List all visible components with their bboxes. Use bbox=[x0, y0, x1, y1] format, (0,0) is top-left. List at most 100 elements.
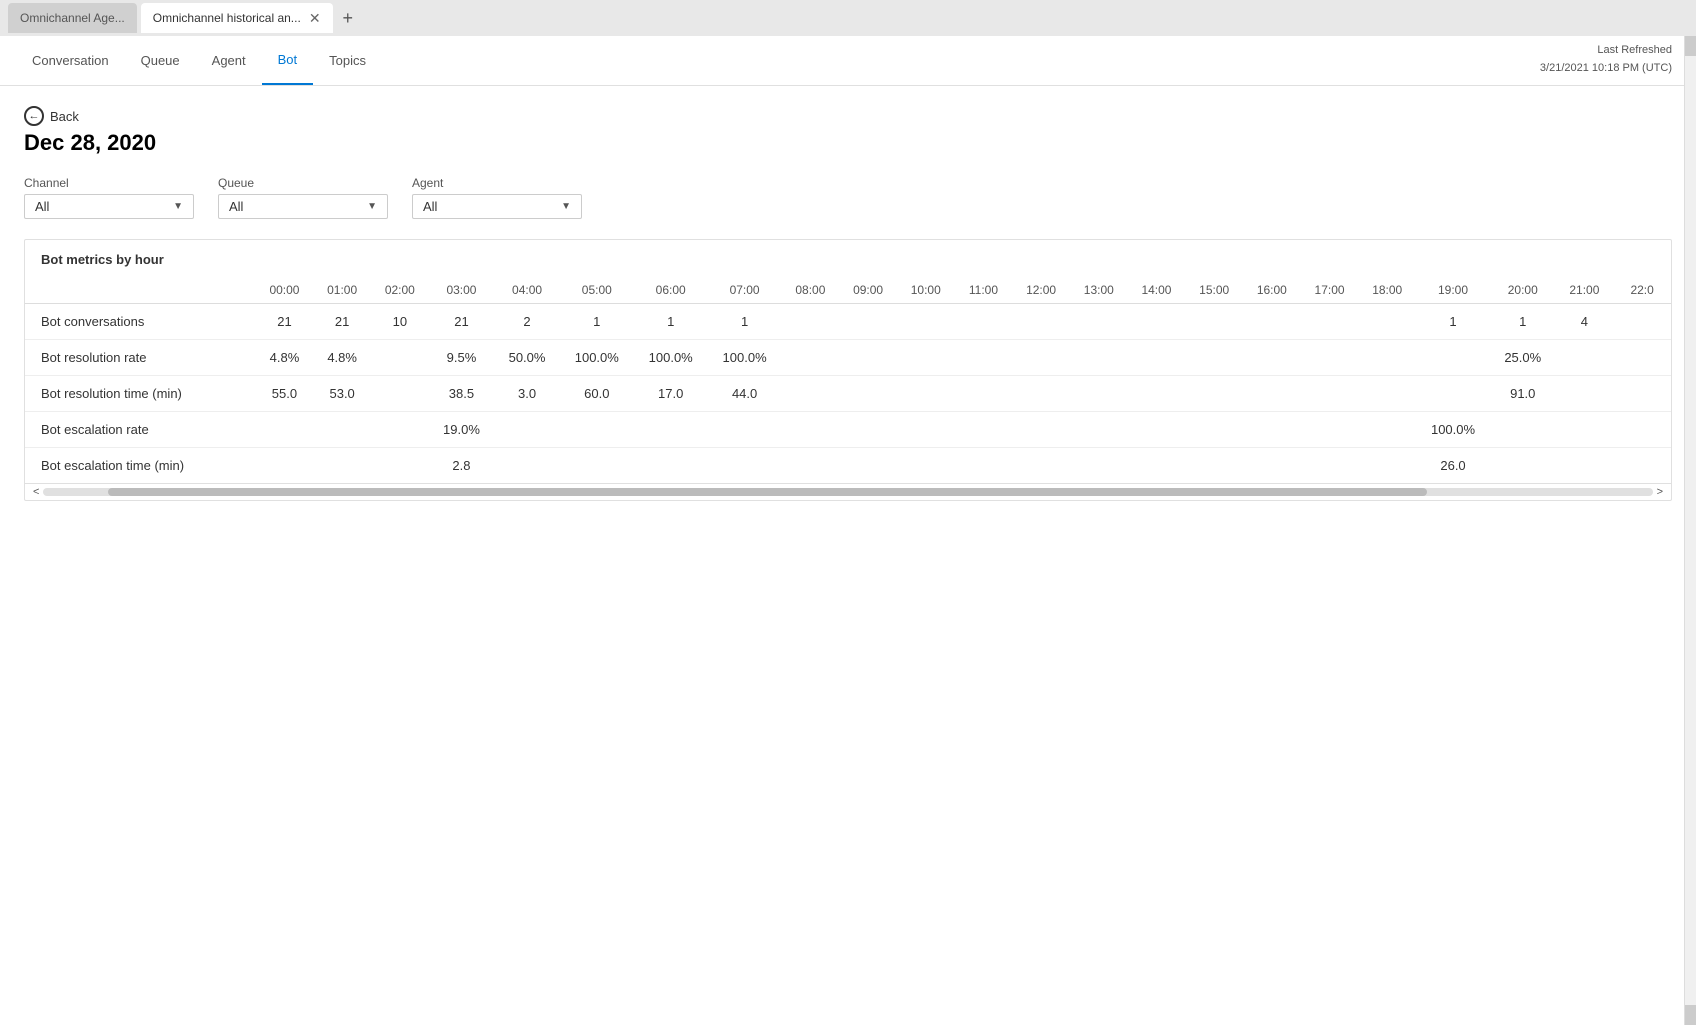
cell-r3-c7 bbox=[708, 412, 782, 448]
tab-omnichannel-historical[interactable]: Omnichannel historical an... ✕ bbox=[141, 3, 333, 33]
cell-r1-c21 bbox=[1556, 340, 1614, 376]
agent-filter-select[interactable]: All ▼ bbox=[412, 194, 582, 219]
table-header-hour-16: 16:00 bbox=[1243, 277, 1301, 304]
cell-r0-c11 bbox=[955, 304, 1013, 340]
close-tab-icon[interactable]: ✕ bbox=[309, 11, 321, 25]
scroll-left-icon[interactable]: < bbox=[33, 486, 39, 498]
cell-r3-c16 bbox=[1243, 412, 1301, 448]
cell-r0-c4: 2 bbox=[494, 304, 560, 340]
cell-r4-c6 bbox=[634, 448, 708, 484]
cell-r1-c20: 25.0% bbox=[1490, 340, 1556, 376]
cell-r2-c17 bbox=[1301, 376, 1359, 412]
cell-r4-c14 bbox=[1128, 448, 1186, 484]
queue-filter-label: Queue bbox=[218, 176, 388, 190]
cell-r1-c18 bbox=[1358, 340, 1416, 376]
vertical-scrollbar[interactable] bbox=[1684, 36, 1696, 1025]
cell-r4-c15 bbox=[1185, 448, 1243, 484]
cell-r2-c0: 55.0 bbox=[256, 376, 314, 412]
horizontal-scrollbar[interactable]: < > bbox=[25, 483, 1671, 500]
cell-r1-c12 bbox=[1012, 340, 1070, 376]
cell-r0-c18 bbox=[1358, 304, 1416, 340]
queue-filter-select[interactable]: All ▼ bbox=[218, 194, 388, 219]
cell-r4-c18 bbox=[1358, 448, 1416, 484]
cell-r3-c0 bbox=[256, 412, 314, 448]
row-label-3: Bot escalation rate bbox=[25, 412, 256, 448]
cell-r0-c3: 21 bbox=[429, 304, 495, 340]
cell-r4-c1 bbox=[313, 448, 371, 484]
table-header-hour-5: 05:00 bbox=[560, 277, 634, 304]
date-heading: Dec 28, 2020 bbox=[24, 130, 1672, 156]
cell-r3-c14 bbox=[1128, 412, 1186, 448]
table-scroll-wrapper[interactable]: 00:0001:0002:0003:0004:0005:0006:0007:00… bbox=[25, 277, 1671, 483]
cell-r1-c14 bbox=[1128, 340, 1186, 376]
cell-r0-c5: 1 bbox=[560, 304, 634, 340]
cell-r4-c7 bbox=[708, 448, 782, 484]
cell-r4-c4 bbox=[494, 448, 560, 484]
cell-r1-c17 bbox=[1301, 340, 1359, 376]
cell-r3-c1 bbox=[313, 412, 371, 448]
cell-r4-c0 bbox=[256, 448, 314, 484]
cell-r1-c2 bbox=[371, 340, 429, 376]
cell-r3-c12 bbox=[1012, 412, 1070, 448]
channel-filter-label: Channel bbox=[24, 176, 194, 190]
table-header-hour-14: 14:00 bbox=[1128, 277, 1186, 304]
scroll-track[interactable] bbox=[43, 488, 1652, 496]
cell-r2-c18 bbox=[1358, 376, 1416, 412]
cell-r2-c20: 91.0 bbox=[1490, 376, 1556, 412]
cell-r1-c16 bbox=[1243, 340, 1301, 376]
agent-chevron-icon: ▼ bbox=[561, 201, 571, 212]
row-label-1: Bot resolution rate bbox=[25, 340, 256, 376]
cell-r1-c4: 50.0% bbox=[494, 340, 560, 376]
cell-r4-c17 bbox=[1301, 448, 1359, 484]
cell-r4-c10 bbox=[897, 448, 955, 484]
cell-r0-c12 bbox=[1012, 304, 1070, 340]
cell-r3-c5 bbox=[560, 412, 634, 448]
row-label-4: Bot escalation time (min) bbox=[25, 448, 256, 484]
table-header-hour-18: 18:00 bbox=[1358, 277, 1416, 304]
nav-item-agent[interactable]: Agent bbox=[196, 36, 262, 85]
cell-r2-c8 bbox=[782, 376, 840, 412]
cell-r0-c7: 1 bbox=[708, 304, 782, 340]
cell-r3-c20 bbox=[1490, 412, 1556, 448]
cell-r0-c1: 21 bbox=[313, 304, 371, 340]
cell-r2-c4: 3.0 bbox=[494, 376, 560, 412]
table-header-hour-4: 04:00 bbox=[494, 277, 560, 304]
browser-tabs-bar: Omnichannel Age... Omnichannel historica… bbox=[0, 0, 1696, 36]
cell-r0-c8 bbox=[782, 304, 840, 340]
table-header-hour-17: 17:00 bbox=[1301, 277, 1359, 304]
nav-item-queue[interactable]: Queue bbox=[125, 36, 196, 85]
cell-r2-c2 bbox=[371, 376, 429, 412]
scroll-right-icon[interactable]: > bbox=[1657, 486, 1663, 498]
table-row: Bot resolution time (min)55.053.038.53.0… bbox=[25, 376, 1671, 412]
cell-r3-c9 bbox=[839, 412, 897, 448]
table-header-hour-13: 13:00 bbox=[1070, 277, 1128, 304]
metrics-table: 00:0001:0002:0003:0004:0005:0006:0007:00… bbox=[25, 277, 1671, 483]
tab-omnichannel-agent[interactable]: Omnichannel Age... bbox=[8, 3, 137, 33]
nav-item-topics[interactable]: Topics bbox=[313, 36, 382, 85]
cell-r1-c15 bbox=[1185, 340, 1243, 376]
back-button[interactable]: ← Back bbox=[24, 106, 1672, 126]
new-tab-button[interactable]: + bbox=[337, 8, 360, 29]
channel-filter-select[interactable]: All ▼ bbox=[24, 194, 194, 219]
cell-r3-c15 bbox=[1185, 412, 1243, 448]
queue-chevron-icon: ▼ bbox=[367, 201, 377, 212]
cell-r4-c12 bbox=[1012, 448, 1070, 484]
cell-r3-c2 bbox=[371, 412, 429, 448]
cell-r4-c16 bbox=[1243, 448, 1301, 484]
nav-item-conversation[interactable]: Conversation bbox=[16, 36, 125, 85]
cell-r1-c22 bbox=[1613, 340, 1671, 376]
cell-r0-c15 bbox=[1185, 304, 1243, 340]
table-header-hour-21: 21:00 bbox=[1556, 277, 1614, 304]
cell-r1-c6: 100.0% bbox=[634, 340, 708, 376]
table-header-hour-0: 00:00 bbox=[256, 277, 314, 304]
scrollbar-thumb-top bbox=[1685, 36, 1696, 56]
cell-r1-c0: 4.8% bbox=[256, 340, 314, 376]
page-content: ← Back Dec 28, 2020 Channel All ▼ Queue … bbox=[0, 86, 1696, 521]
nav-item-bot[interactable]: Bot bbox=[262, 36, 314, 85]
cell-r1-c5: 100.0% bbox=[560, 340, 634, 376]
table-header-hour-2: 02:00 bbox=[371, 277, 429, 304]
cell-r1-c19 bbox=[1416, 340, 1490, 376]
filters-bar: Channel All ▼ Queue All ▼ Agent All ▼ bbox=[24, 176, 1672, 219]
table-header-hour-22: 22:0 bbox=[1613, 277, 1671, 304]
table-row: Bot resolution rate4.8%4.8%9.5%50.0%100.… bbox=[25, 340, 1671, 376]
